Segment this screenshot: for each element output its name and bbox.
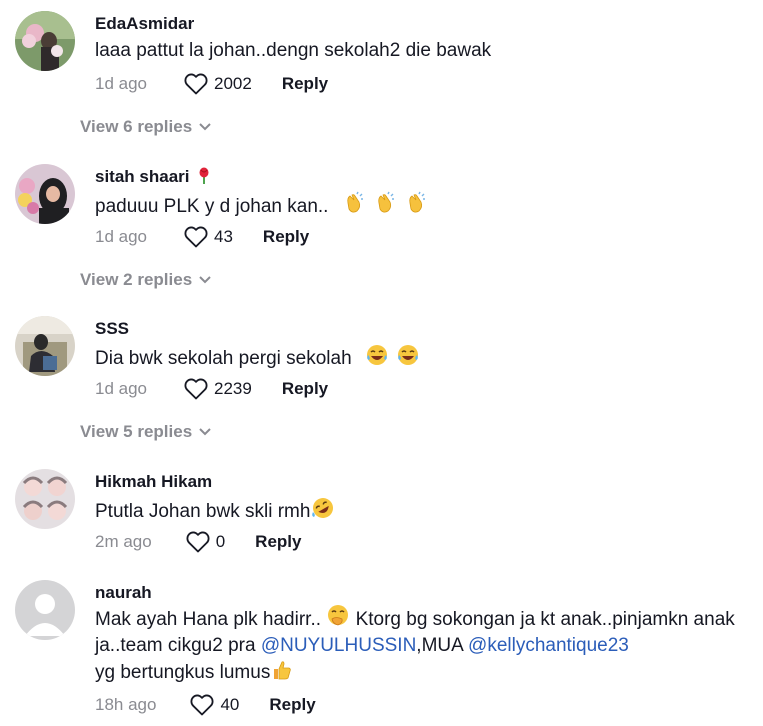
- view-replies-button[interactable]: View 5 replies: [80, 422, 212, 442]
- like-count: 2002: [214, 74, 252, 93]
- mention-link[interactable]: @kellychantique23: [468, 635, 629, 656]
- comment-text: Ptutla Johan bwk skli rmh: [95, 496, 745, 525]
- comment-username[interactable]: sitah shaari: [95, 167, 211, 187]
- comment-time: 2m ago: [95, 532, 152, 551]
- like-button[interactable]: 2002: [184, 73, 252, 95]
- rose-icon: [199, 167, 209, 184]
- avatar[interactable]: [15, 164, 75, 224]
- like-button[interactable]: 0: [186, 531, 225, 553]
- like-button[interactable]: 2239: [184, 378, 252, 400]
- comment-text-content: Dia bwk sekolah pergi sekolah: [95, 348, 352, 369]
- comment-text: Mak ayah Hana plk hadirr.. Ktorg bg soko…: [95, 604, 755, 686]
- clap-icon: [347, 191, 363, 213]
- comment-text-content: paduuu PLK y d johan kan..: [95, 196, 329, 217]
- clap-icon: [409, 191, 426, 213]
- comment-username[interactable]: EdaAsmidar: [95, 14, 194, 34]
- rofl-icon: [312, 498, 334, 518]
- chevron-down-icon: [199, 428, 211, 436]
- comment-meta: 18h ago 40 Reply: [95, 693, 316, 717]
- comment-text: laaa pattut la johan..dengn sekolah2 die…: [95, 40, 492, 61]
- comment-meta: 1d ago 2002 Reply: [95, 72, 328, 96]
- laughing-tears-icon: [366, 345, 387, 365]
- heart-icon: [184, 378, 208, 400]
- avatar[interactable]: [15, 11, 75, 71]
- heart-icon: [190, 694, 214, 716]
- view-replies-label: View 6 replies: [80, 117, 193, 136]
- view-replies-button[interactable]: View 6 replies: [80, 117, 212, 137]
- comment-text-content: yg bertungkus lumus: [95, 662, 271, 683]
- comment-meta: 1d ago 43 Reply: [95, 225, 309, 249]
- heart-icon: [184, 73, 208, 95]
- comment-username[interactable]: SSS: [95, 319, 129, 339]
- comment-text: paduuu PLK y d johan kan..: [95, 191, 745, 220]
- view-replies-label: View 5 replies: [80, 422, 193, 441]
- view-replies-label: View 2 replies: [80, 270, 193, 289]
- reply-button[interactable]: Reply: [282, 74, 328, 94]
- laughing-tears-icon: [398, 345, 419, 365]
- heart-icon: [186, 531, 210, 553]
- avatar[interactable]: [15, 580, 75, 640]
- like-count: 43: [214, 227, 233, 246]
- avatar[interactable]: [15, 469, 75, 529]
- avatar[interactable]: [15, 316, 75, 376]
- view-replies-button[interactable]: View 2 replies: [80, 270, 212, 290]
- clap-icon: [378, 191, 395, 213]
- reply-button[interactable]: Reply: [263, 227, 309, 247]
- like-count: 40: [220, 695, 240, 714]
- chevron-down-icon: [199, 276, 211, 284]
- like-button[interactable]: 43: [184, 226, 233, 248]
- reply-button[interactable]: Reply: [269, 695, 315, 715]
- reply-button[interactable]: Reply: [255, 532, 301, 552]
- comment-text: Dia bwk sekolah pergi sekolah: [95, 343, 745, 372]
- hand-over-mouth-icon: [328, 605, 349, 626]
- reply-button[interactable]: Reply: [282, 379, 328, 399]
- comment-meta: 2m ago 0 Reply: [95, 530, 301, 554]
- comment-username[interactable]: Hikmah Hikam: [95, 472, 212, 492]
- comment-time: 18h ago: [95, 695, 157, 714]
- comment-text-content: ,MUA: [416, 635, 463, 656]
- comment-text-content: Mak ayah Hana plk hadirr..: [95, 609, 322, 630]
- comment-text-content: Ptutla Johan bwk skli rmh: [95, 501, 311, 522]
- comment-time: 1d ago: [95, 227, 147, 246]
- chevron-down-icon: [199, 123, 211, 131]
- comment-meta: 1d ago 2239 Reply: [95, 377, 328, 401]
- thumbs-up-icon: [274, 661, 292, 680]
- like-count: 2239: [214, 379, 252, 398]
- like-count: 0: [215, 532, 226, 551]
- like-button[interactable]: 40: [190, 694, 239, 716]
- heart-icon: [184, 226, 208, 248]
- comment-time: 1d ago: [95, 379, 147, 398]
- comment-username[interactable]: naurah: [95, 583, 152, 603]
- comment-username-text: sitah shaari: [95, 167, 190, 186]
- default-avatar-icon: [15, 580, 75, 640]
- mention-link[interactable]: @NUYULHUSSIN: [261, 635, 416, 656]
- comment-time: 1d ago: [95, 74, 147, 93]
